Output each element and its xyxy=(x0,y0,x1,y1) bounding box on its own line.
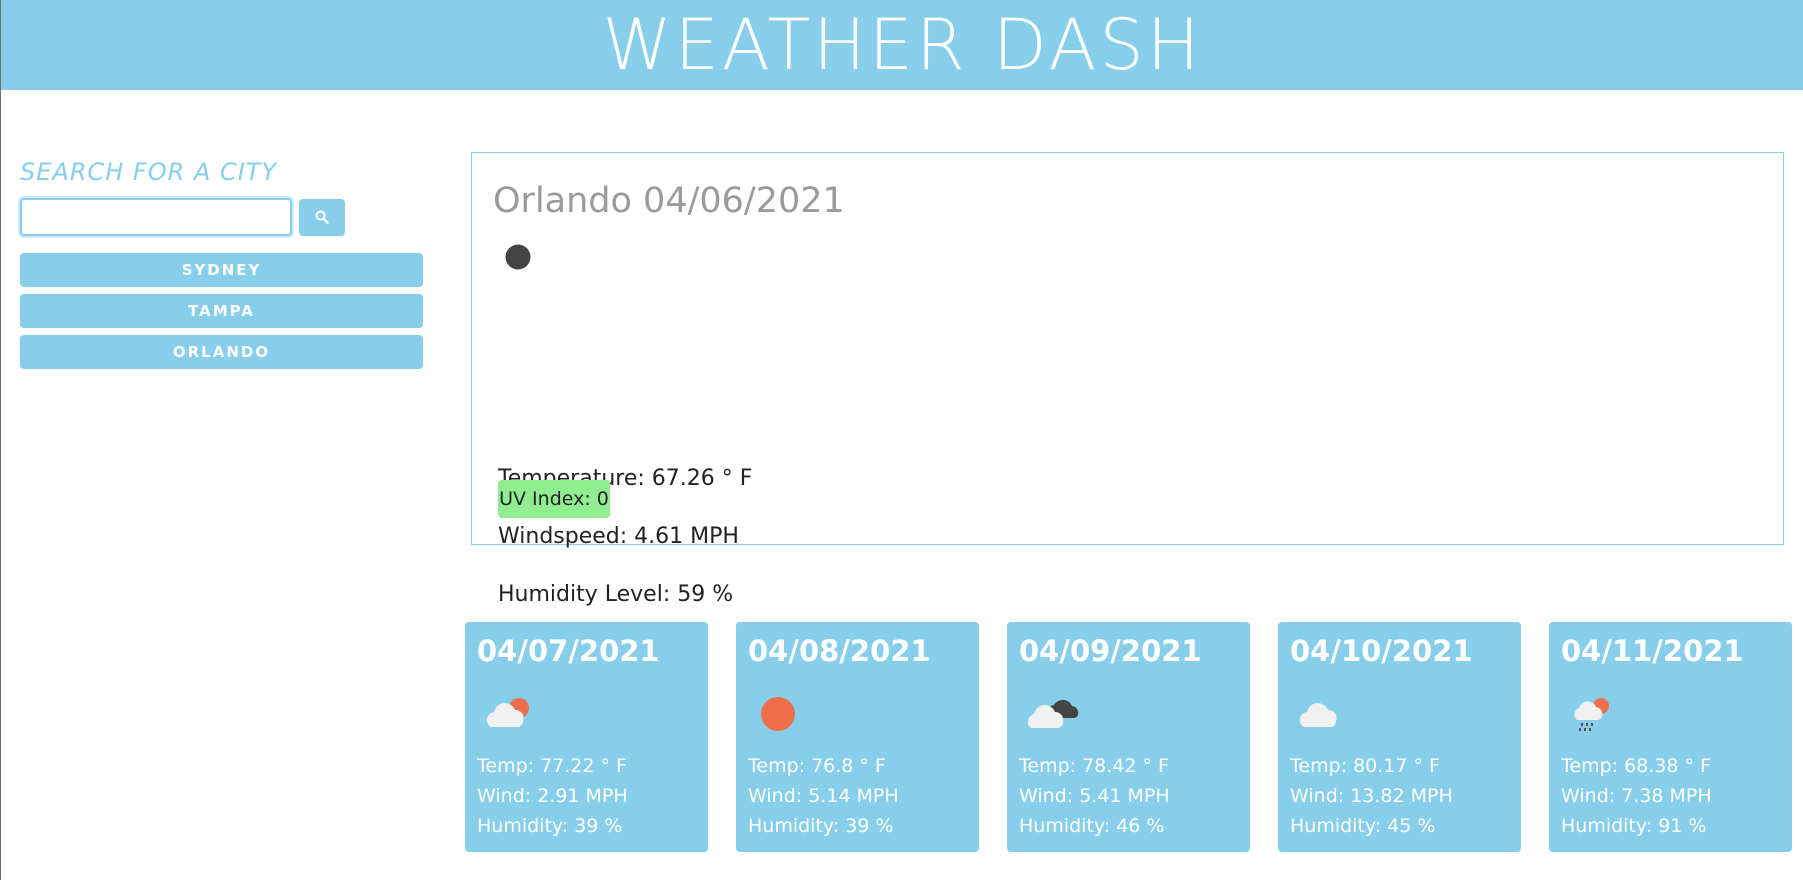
uv-index-badge: UV Index: 0 xyxy=(498,480,610,518)
broken-clouds-icon xyxy=(1027,699,1079,728)
search-row xyxy=(20,198,425,236)
clear-night-moon-icon xyxy=(505,244,531,270)
forecast-card: 04/07/2021 Temp: 77.22 ° F Wind: 2.91 MP… xyxy=(465,622,708,852)
current-weather-panel: Orlando 04/06/2021 Temperature: 67.26 ° … xyxy=(471,152,1784,607)
city-search-input[interactable] xyxy=(20,198,292,236)
forecast-wind: Wind: 5.14 MPH xyxy=(748,785,899,807)
partly-cloudy-day-icon xyxy=(486,698,529,727)
search-panel: SEARCH FOR A CITY SYDNEY TAMPA ORLANDO xyxy=(20,150,425,376)
forecast-date: 04/10/2021 xyxy=(1290,634,1473,668)
forecast-temp: Temp: 76.8 ° F xyxy=(748,755,886,777)
forecast-wind: Wind: 5.41 MPH xyxy=(1019,785,1170,807)
forecast-wind: Wind: 2.91 MPH xyxy=(477,785,628,807)
app-title: WEATHER DASH xyxy=(602,4,1203,86)
search-button[interactable] xyxy=(299,198,345,236)
forecast-date: 04/11/2021 xyxy=(1561,634,1744,668)
current-humidity: Humidity Level: 59 % xyxy=(498,582,734,607)
search-icon xyxy=(315,210,329,224)
cloud-icon xyxy=(1299,703,1337,727)
forecast-humidity: Humidity: 91 % xyxy=(1561,815,1707,837)
forecast-date: 04/08/2021 xyxy=(748,634,931,668)
forecast-card: 04/08/2021 Temp: 76.8 ° F Wind: 5.14 MPH… xyxy=(736,622,979,852)
forecast-temp: Temp: 68.38 ° F xyxy=(1561,755,1711,777)
sun-icon xyxy=(761,697,795,731)
forecast-humidity: Humidity: 46 % xyxy=(1019,815,1165,837)
forecast-wind: Wind: 13.82 MPH xyxy=(1290,785,1453,807)
forecast-date: 04/07/2021 xyxy=(477,634,660,668)
forecast-humidity: Humidity: 45 % xyxy=(1290,815,1436,837)
current-windspeed: Windspeed: 4.61 MPH xyxy=(498,524,739,549)
history-button-orlando[interactable]: ORLANDO xyxy=(20,335,423,369)
forecast-card: 04/11/2021 Temp: 68.38 ° F Wind: 7.38 MP… xyxy=(1549,622,1792,852)
current-city-date: Orlando 04/06/2021 xyxy=(493,181,845,221)
history-button-sydney[interactable]: SYDNEY xyxy=(20,253,423,287)
forecast-date: 04/09/2021 xyxy=(1019,634,1202,668)
history-button-tampa[interactable]: TAMPA xyxy=(20,294,423,328)
forecast-temp: Temp: 80.17 ° F xyxy=(1290,755,1440,777)
forecast-temp: Temp: 78.42 ° F xyxy=(1019,755,1169,777)
forecast-card: 04/10/2021 Temp: 80.17 ° F Wind: 13.82 M… xyxy=(1278,622,1521,852)
forecast-humidity: Humidity: 39 % xyxy=(748,815,894,837)
app-header: WEATHER DASH xyxy=(1,0,1803,90)
forecast-wind: Wind: 7.38 MPH xyxy=(1561,785,1712,807)
forecast-card: 04/09/2021 Temp: 78.42 ° F Wind: 5.41 MP… xyxy=(1007,622,1250,852)
forecast-humidity: Humidity: 39 % xyxy=(477,815,623,837)
forecast-temp: Temp: 77.22 ° F xyxy=(477,755,627,777)
search-history: SYDNEY TAMPA ORLANDO xyxy=(20,253,425,369)
rain-sun-icon xyxy=(1574,698,1609,731)
search-title: SEARCH FOR A CITY xyxy=(20,158,278,186)
